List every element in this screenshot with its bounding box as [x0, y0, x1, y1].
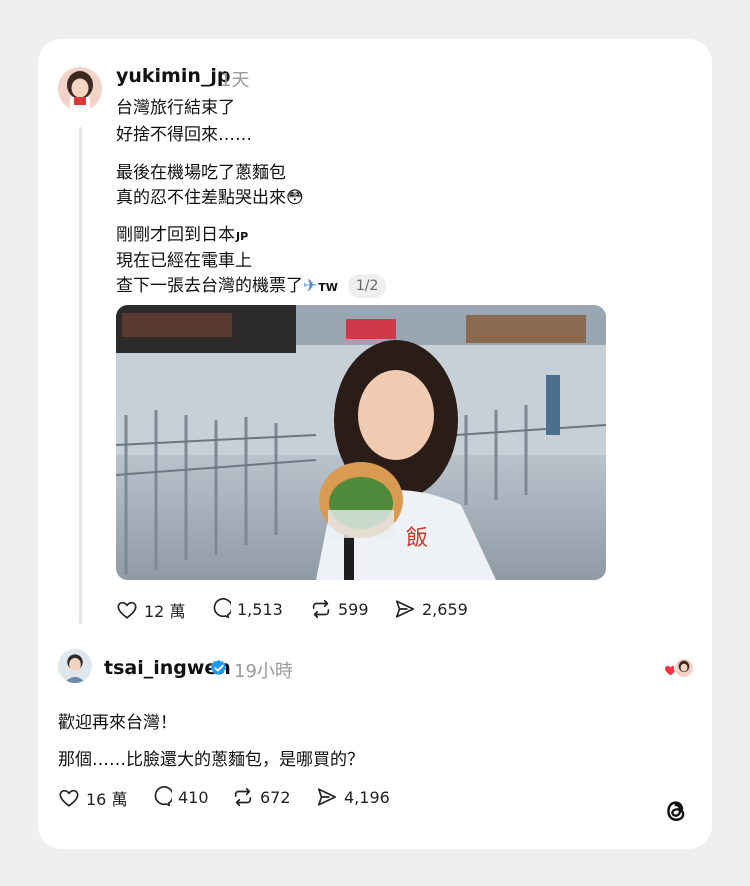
japan-flag-label: JP — [236, 230, 249, 243]
reply-text-line: 歡迎再來台灣！ — [58, 713, 177, 733]
post-share-count: 2,659 — [422, 599, 468, 619]
post-text-segment: 查下一張去台灣的機票了 — [116, 276, 303, 296]
flushed-face-emoji: 😳 — [286, 188, 304, 208]
post-text-line: 最後在機場吃了蔥麵包 — [116, 163, 286, 183]
reply-comment-button[interactable]: 410 — [150, 786, 209, 808]
reply-repost-count: 672 — [260, 787, 291, 807]
svg-text:飯: 飯 — [406, 526, 428, 551]
reply-share-count: 4,196 — [344, 787, 390, 807]
post-text-line: 真的忍不住差點哭出來😳 — [116, 183, 304, 208]
translation-page-indicator[interactable]: 1/2 — [347, 274, 387, 298]
reply-like-count: 16 萬 — [86, 790, 128, 809]
post-timestamp[interactable]: 1天 — [220, 66, 249, 92]
post-repost-count: 599 — [338, 599, 369, 619]
threads-logo-icon[interactable] — [661, 796, 691, 826]
reply-repost-button[interactable]: 672 — [232, 786, 291, 808]
post-like-count: 12 萬 — [144, 602, 186, 621]
reply-like-button[interactable]: 16 萬 — [58, 786, 127, 810]
post-text-line: 台灣旅行結束了 — [116, 98, 235, 118]
airplane-emoji: ✈ — [303, 276, 318, 296]
post-username[interactable]: yukimin_jp — [116, 65, 231, 87]
repost-icon — [234, 787, 252, 807]
post-text-segment: 真的忍不住差點哭出來 — [116, 188, 286, 208]
post-text-segment: 剛剛才回到日本 — [116, 225, 235, 245]
post-photo[interactable]: 飯 — [116, 305, 606, 580]
yukimin-avatar[interactable] — [58, 67, 102, 111]
post-text-line: 查下一張去台灣的機票了✈TW 1/2 — [116, 271, 387, 298]
share-icon — [395, 600, 415, 618]
tsai-avatar[interactable] — [58, 649, 92, 683]
post-repost-button[interactable]: 599 — [310, 598, 369, 620]
post-text-line: 剛剛才回到日本JP — [116, 220, 248, 245]
post-share-button[interactable]: 2,659 — [394, 598, 468, 620]
comment-icon — [213, 598, 231, 619]
heart-icon — [117, 601, 137, 619]
post-text-line: 好捨不得回來…… — [116, 125, 252, 145]
taiwan-flag-label: TW — [318, 281, 338, 294]
post-like-button[interactable]: 12 萬 — [116, 598, 185, 622]
thread-connector-line — [79, 127, 82, 624]
post-comment-count: 1,513 — [237, 599, 283, 619]
airport-photo-illustration: 飯 — [116, 305, 606, 580]
author-liked-avatar — [674, 658, 694, 678]
share-icon — [317, 788, 337, 806]
post-comment-button[interactable]: 1,513 — [209, 598, 283, 620]
post-text-line: 現在已經在電車上 — [116, 251, 252, 271]
reply-timestamp[interactable]: 19小時 — [234, 657, 293, 683]
heart-icon — [59, 789, 79, 807]
repost-icon — [312, 599, 330, 619]
verified-badge-icon — [210, 660, 227, 675]
reply-comment-count: 410 — [178, 787, 209, 807]
reply-share-button[interactable]: 4,196 — [316, 786, 390, 808]
reply-text-line: 那個……比臉還大的蔥麵包，是哪買的？ — [58, 750, 364, 770]
comment-icon — [154, 786, 172, 807]
